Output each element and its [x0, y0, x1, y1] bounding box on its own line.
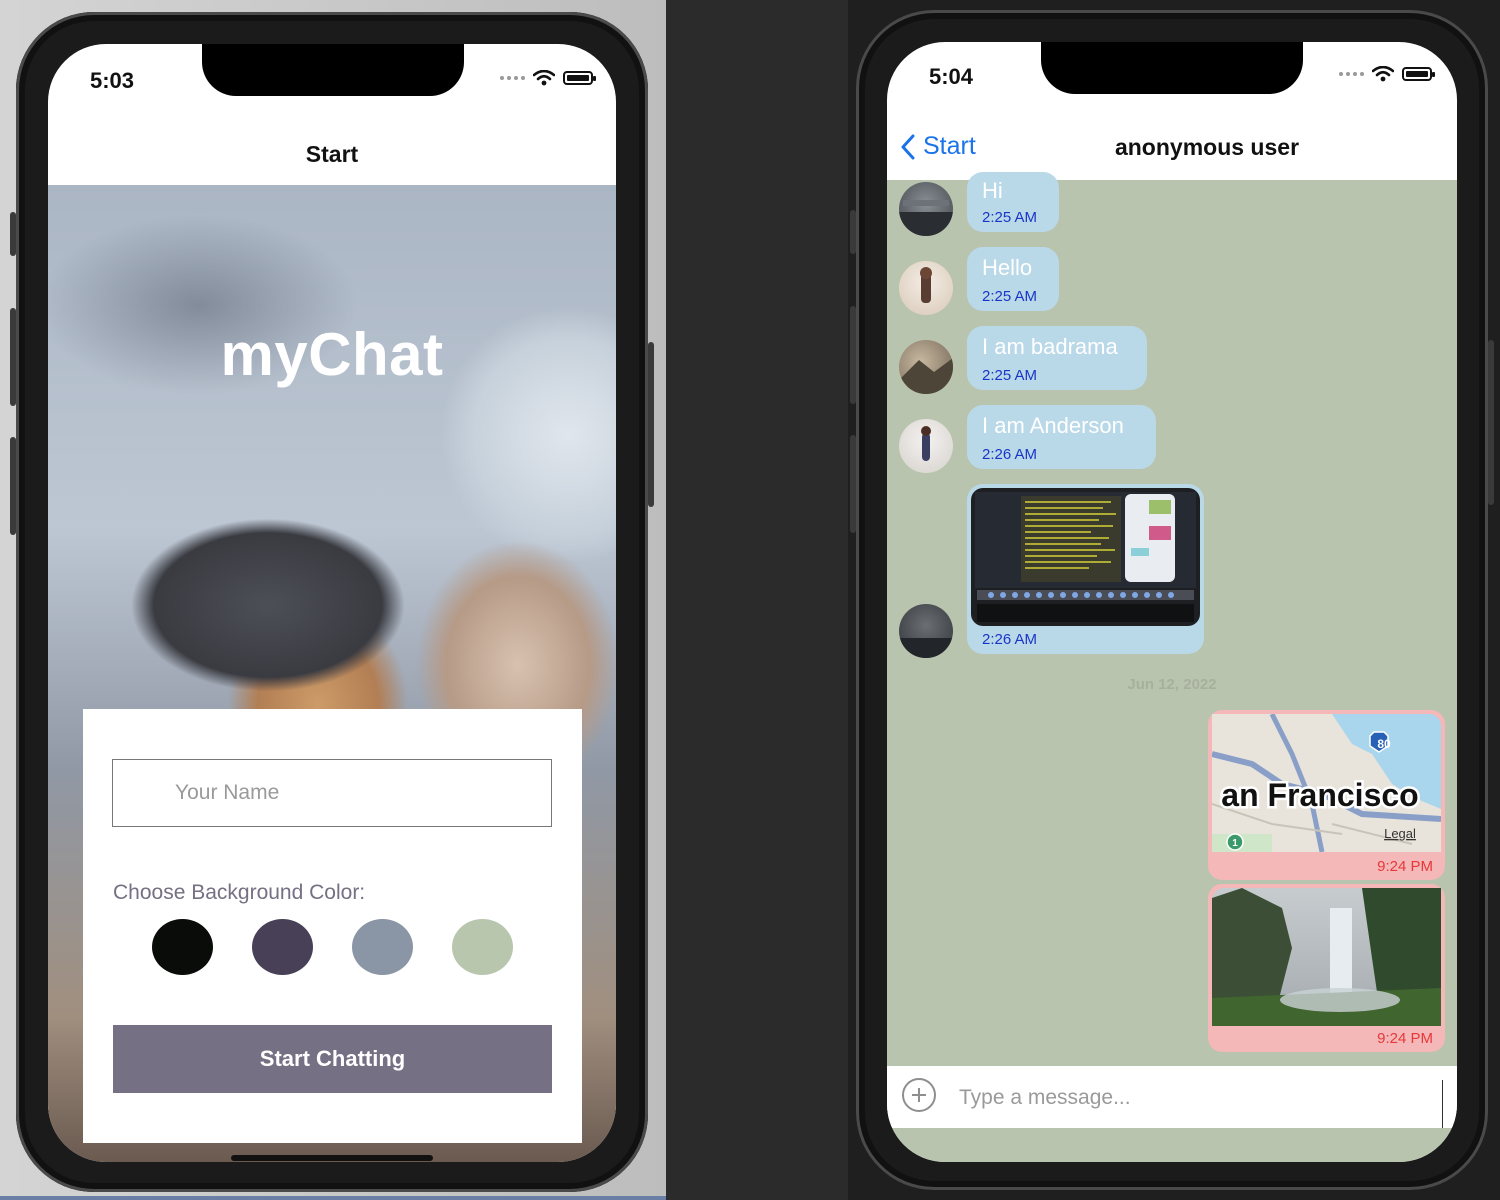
notch: [1041, 42, 1303, 94]
avatar[interactable]: [899, 182, 953, 236]
chat-area: Hi 2:25 AM Hello 2:25 AM I am badrama 2:…: [887, 172, 1457, 1162]
volume-down-button: [850, 435, 856, 533]
battery-icon: [563, 71, 596, 85]
app-title: myChat: [220, 321, 444, 388]
highway-sign-text: 80: [1377, 737, 1391, 751]
text-cursor: [1442, 1080, 1443, 1128]
map-place-name: an Francisco: [1221, 777, 1418, 813]
chat-screen: 5:04 Start anonymous user Hi 2:25 AM Hel…: [887, 42, 1457, 1162]
message-bubble[interactable]: I am badrama 2:25 AM: [967, 326, 1147, 390]
map-marker-text: 1: [1232, 838, 1238, 849]
message-bubble[interactable]: I am Anderson 2:26 AM: [967, 405, 1156, 469]
avatar-photo: [921, 426, 931, 461]
nav-title: Start: [305, 141, 359, 167]
status-icons: [1339, 66, 1435, 82]
phone-start-screen: 5:03 Start myChat Choose Background Colo…: [10, 12, 654, 1192]
wifi-icon: [533, 70, 555, 86]
avatar[interactable]: [899, 261, 953, 315]
avatar-photo: [920, 267, 932, 303]
avatar-photo: [899, 358, 953, 394]
color-swatch-purple[interactable]: [252, 919, 313, 975]
outgoing-image-bubble[interactable]: 9:24 PM: [1208, 884, 1445, 1052]
navigation-bar: Start: [48, 119, 616, 185]
name-input[interactable]: [112, 759, 552, 827]
color-swatch-gray[interactable]: [352, 919, 413, 975]
add-attachment-button[interactable]: [902, 1078, 936, 1112]
notch: [202, 44, 464, 96]
start-form-card: Choose Background Color: Start Chatting: [83, 709, 582, 1143]
waterfall-image: [1212, 888, 1441, 1026]
battery-icon: [1402, 67, 1435, 81]
message-time: 2:25 AM: [982, 367, 1038, 384]
side-button: [1488, 340, 1494, 505]
volume-up-button: [10, 308, 16, 406]
avatar[interactable]: [899, 604, 953, 658]
signal-icon: [500, 76, 525, 80]
map-image: 80 1 an Francisco an Francisco Legal: [1212, 714, 1441, 852]
message-time: 9:24 PM: [1377, 858, 1433, 875]
mute-switch: [10, 212, 16, 256]
volume-down-button: [10, 437, 16, 535]
side-button: [648, 342, 654, 507]
status-time: 5:04: [929, 64, 974, 89]
navigation-bar: Start anonymous user: [887, 114, 1457, 180]
status-icons: [500, 70, 596, 86]
chat-title: anonymous user: [1114, 134, 1300, 160]
status-bar: 5:04: [887, 42, 1457, 112]
message-bubble-image[interactable]: 2:26 AM: [967, 484, 1204, 654]
start-chatting-button[interactable]: Start Chatting: [113, 1025, 552, 1093]
color-swatch-green[interactable]: [452, 919, 513, 975]
status-bar: 5:03: [48, 44, 616, 114]
laptop-screenshot-image: [971, 488, 1200, 626]
volume-up-button: [850, 306, 856, 404]
avatar[interactable]: [899, 340, 953, 394]
message-bubble[interactable]: Hello 2:25 AM: [967, 247, 1059, 311]
message-input-bar: [887, 1066, 1457, 1130]
map-legal-link[interactable]: Legal: [1384, 826, 1416, 841]
home-indicator: [231, 1155, 433, 1161]
start-screen: 5:03 Start myChat Choose Background Colo…: [48, 44, 616, 1162]
color-swatch-black[interactable]: [152, 919, 213, 975]
mute-switch: [850, 210, 856, 254]
color-label: Choose Background Color:: [113, 881, 366, 904]
avatar[interactable]: [899, 419, 953, 473]
message-text: Hello: [982, 255, 1033, 280]
message-time: 2:25 AM: [982, 288, 1038, 305]
message-time: 2:26 AM: [982, 631, 1038, 648]
message-bubble[interactable]: Hi 2:25 AM: [967, 172, 1059, 232]
wifi-icon: [1372, 66, 1394, 82]
divider: [666, 0, 848, 1200]
phone-chat-screen: 5:04 Start anonymous user Hi 2:25 AM Hel…: [850, 10, 1494, 1190]
message-text: I am badrama: [982, 334, 1118, 359]
avatar-photo: [899, 638, 953, 658]
avatar-photo: [899, 200, 953, 236]
message-time: 2:26 AM: [982, 446, 1038, 463]
date-separator: Jun 12, 2022: [1127, 676, 1217, 693]
message-input[interactable]: [957, 1066, 1441, 1130]
message-text: Hi: [982, 178, 1003, 203]
message-time: 2:25 AM: [982, 209, 1038, 226]
message-time: 9:24 PM: [1377, 1030, 1433, 1047]
outgoing-map-bubble[interactable]: 80 1 an Francisco an Francisco Legal 9:2…: [1208, 710, 1445, 880]
signal-icon: [1339, 72, 1364, 76]
status-time: 5:03: [90, 68, 135, 93]
message-text: I am Anderson: [982, 413, 1124, 438]
